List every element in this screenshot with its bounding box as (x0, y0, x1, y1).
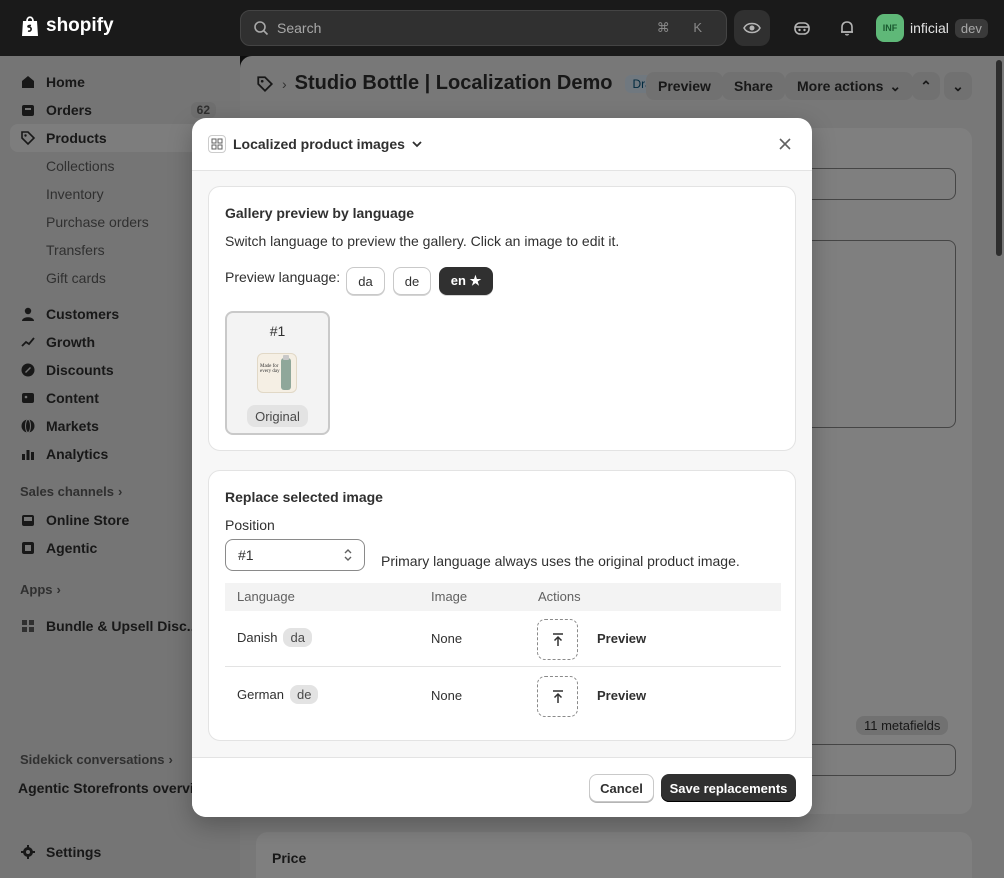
bottle-shape (281, 358, 291, 390)
preview-language-label: Preview language: (225, 269, 341, 285)
search-placeholder: Search (277, 20, 322, 36)
preview-link[interactable]: Preview (597, 688, 646, 703)
table-row: German de None Preview (225, 668, 781, 724)
localized-images-modal: Localized product images Gallery preview… (192, 118, 812, 817)
language-button-en[interactable]: en ★ (439, 267, 493, 295)
upload-button[interactable] (537, 676, 578, 717)
preview-link[interactable]: Preview (597, 631, 646, 646)
gallery-description: Switch language to preview the gallery. … (225, 233, 620, 249)
save-replacements-button[interactable]: Save replacements (661, 774, 796, 802)
upload-icon (552, 689, 563, 703)
gallery-preview-section: Gallery preview by language Switch langu… (208, 186, 796, 451)
language-name: German (237, 687, 284, 702)
product-thumbnail[interactable]: Made for every day (257, 353, 297, 393)
replace-image-section: Replace selected image Position #1 Prima… (208, 470, 796, 741)
top-bar: shopify Search ⌘ K INF inficial dev (0, 0, 1004, 56)
modal-body: Gallery preview by language Switch langu… (192, 171, 812, 757)
gallery-image-card[interactable]: #1 Made for every day Original (225, 311, 330, 435)
table-row: Danish da None Preview (225, 611, 781, 667)
column-language: Language (237, 589, 295, 604)
app-block-icon (208, 135, 226, 153)
sidekick-button[interactable] (791, 17, 813, 39)
search-shortcut: ⌘ K (656, 20, 712, 35)
primary-language-note: Primary language always uses the origina… (381, 553, 740, 569)
close-icon (779, 138, 791, 150)
cancel-button[interactable]: Cancel (589, 774, 654, 802)
store-name: inficial (910, 20, 949, 36)
env-badge: dev (954, 18, 988, 38)
modal-footer: Cancel Save replacements (192, 757, 812, 817)
select-arrows-icon (344, 549, 352, 561)
image-position: #1 (269, 323, 286, 339)
language-code-badge: da (283, 628, 312, 647)
search-input[interactable]: Search ⌘ K (240, 10, 727, 46)
language-button-de[interactable]: de (393, 267, 431, 295)
language-name: Danish (237, 630, 278, 645)
bottle-cap (283, 355, 289, 360)
shopify-bag-icon (22, 16, 38, 36)
bell-icon (841, 21, 853, 36)
original-badge: Original (247, 405, 308, 427)
upload-icon (552, 632, 563, 646)
position-select[interactable]: #1 (225, 539, 365, 571)
language-code-badge: de (289, 685, 319, 704)
store-avatar: INF (876, 14, 904, 42)
column-actions: Actions (538, 589, 581, 604)
language-button-da[interactable]: da (346, 267, 385, 295)
gallery-title: Gallery preview by language (225, 205, 415, 221)
eye-icon (743, 22, 761, 34)
column-image: Image (431, 589, 468, 604)
view-store-button[interactable] (734, 10, 770, 46)
sidekick-icon (794, 22, 810, 35)
replace-title: Replace selected image (225, 489, 383, 505)
position-label: Position (225, 517, 275, 533)
language-cell: German de (237, 685, 319, 704)
search-icon (254, 21, 269, 36)
shopify-logo[interactable]: shopify (20, 14, 114, 38)
position-value: #1 (238, 547, 254, 563)
brand-name: shopify (46, 15, 114, 36)
store-menu[interactable]: INF inficial dev (876, 14, 988, 42)
image-cell: None (431, 631, 463, 646)
thumbnail-caption-line-2: every day (260, 369, 280, 374)
notifications-button[interactable] (836, 17, 858, 39)
close-button[interactable] (776, 135, 794, 153)
thumbnail-caption: Made for every day (260, 364, 280, 374)
image-cell: None (431, 688, 463, 703)
upload-button[interactable] (537, 619, 578, 660)
language-cell: Danish da (237, 628, 312, 647)
table-header: Language Image Actions (225, 583, 781, 611)
modal-title[interactable]: Localized product images (233, 136, 405, 152)
modal-header: Localized product images (192, 118, 812, 171)
chevron-down-icon[interactable] (411, 138, 423, 150)
